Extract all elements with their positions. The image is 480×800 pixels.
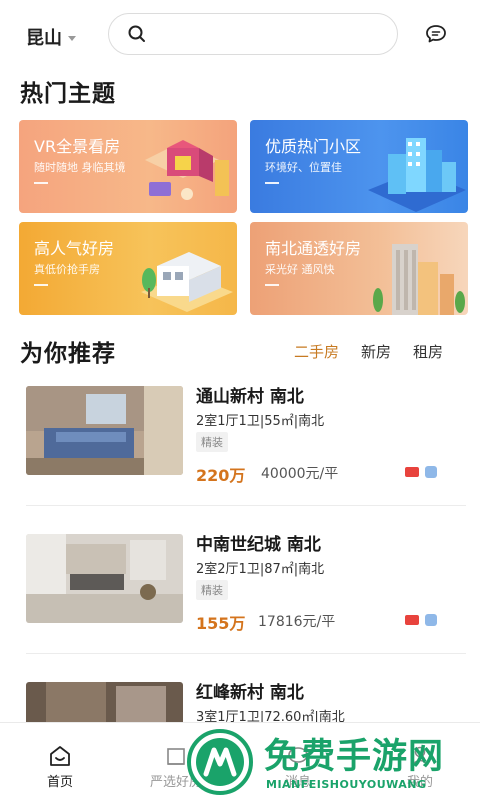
topic-card-vr[interactable]: VR全景看房 随时随地 身临其境 xyxy=(19,120,237,213)
topic-title: 优质热门小区 xyxy=(265,137,362,156)
listing-unit-price: 17816元/平 xyxy=(258,614,336,630)
verified-badge-icon xyxy=(425,614,437,626)
city-selector[interactable]: 昆山 xyxy=(26,24,76,50)
listing-tag: 精装 xyxy=(196,432,228,452)
listing-item[interactable]: 通山新村 南北 2室1厅1卫|55㎡|南北 精装 220万 40000元/平 xyxy=(0,380,480,530)
listing-photo xyxy=(26,386,183,475)
topic-subtitle: 随时随地 身临其境 xyxy=(34,161,126,174)
search-icon xyxy=(128,25,145,42)
search-bar[interactable] xyxy=(108,13,398,55)
city-name: 昆山 xyxy=(26,28,62,49)
topic-title: VR全景看房 xyxy=(34,137,121,156)
vr-illustration xyxy=(145,140,229,200)
listing-photo xyxy=(26,534,183,623)
listing-price: 220万 xyxy=(196,466,246,485)
topic-card-community[interactable]: 优质热门小区 环境好、位置佳 xyxy=(250,120,468,213)
tab-second-hand[interactable]: 二手房 xyxy=(294,341,339,362)
listing-tag: 精装 xyxy=(196,580,228,600)
nav-home[interactable]: 首页 xyxy=(20,723,100,800)
listing-spec: 3室1厅1卫|72.60㎡|南北 xyxy=(196,710,345,722)
topic-dash xyxy=(34,182,48,184)
listing-spec: 2室2厅1卫|87㎡|南北 xyxy=(196,562,325,577)
verified-badge-icon xyxy=(425,466,437,478)
listing-title: 通山新村 南北 xyxy=(196,387,304,407)
listing-item[interactable]: 红峰新村 南北 3室1厅1卫|72.60㎡|南北 xyxy=(0,676,480,722)
listing-title: 红峰新村 南北 xyxy=(196,683,304,703)
watermark: 免费手游网 MIANFEISHOUYOUWANG xyxy=(182,722,480,800)
topic-title: 高人气好房 xyxy=(34,239,115,258)
topic-card-south-north[interactable]: 南北通透好房 采光好 通风快 xyxy=(250,222,468,315)
hot-topics-title: 热门主题 xyxy=(20,81,116,107)
topic-dash xyxy=(265,284,279,286)
nav-label: 首页 xyxy=(46,775,73,790)
divider xyxy=(26,653,466,654)
listing-price: 155万 xyxy=(196,614,246,633)
listing-title: 中南世纪城 南北 xyxy=(196,535,321,555)
listing-photo xyxy=(26,682,183,722)
new-badge-icon xyxy=(405,615,419,625)
listing-unit-price: 40000元/平 xyxy=(261,466,339,482)
search-input[interactable] xyxy=(157,26,397,42)
topic-subtitle: 真低价抢手房 xyxy=(34,263,100,276)
home-icon xyxy=(50,746,70,766)
watermark-logo-icon xyxy=(187,729,253,795)
topic-dash xyxy=(265,182,279,184)
watermark-subtext: MIANFEISHOUYOUWANG xyxy=(266,778,427,791)
topic-subtitle: 环境好、位置佳 xyxy=(265,161,342,174)
topic-card-popular[interactable]: 高人气好房 真低价抢手房 xyxy=(19,222,237,315)
tab-new-house[interactable]: 新房 xyxy=(361,341,391,362)
listing-spec: 2室1厅1卫|55㎡|南北 xyxy=(196,414,325,429)
topic-dash xyxy=(34,284,48,286)
recommend-tabs: 二手房 新房 租房 xyxy=(294,341,443,362)
tab-rent[interactable]: 租房 xyxy=(413,341,443,362)
message-icon[interactable] xyxy=(424,22,448,46)
watermark-text: 免费手游网 xyxy=(264,737,445,777)
buildings-illustration xyxy=(368,138,466,212)
new-badge-icon xyxy=(405,467,419,477)
topic-title: 南北通透好房 xyxy=(265,239,362,258)
tower-illustration xyxy=(373,244,465,315)
top-bar: 昆山 xyxy=(0,0,480,70)
recommend-title: 为你推荐 xyxy=(20,341,116,367)
house-illustration xyxy=(141,252,233,312)
topic-subtitle: 采光好 通风快 xyxy=(265,263,335,276)
divider xyxy=(26,505,466,506)
caret-down-icon xyxy=(68,35,76,41)
listing-item[interactable]: 中南世纪城 南北 2室2厅1卫|87㎡|南北 精装 155万 17816元/平 xyxy=(0,528,480,678)
